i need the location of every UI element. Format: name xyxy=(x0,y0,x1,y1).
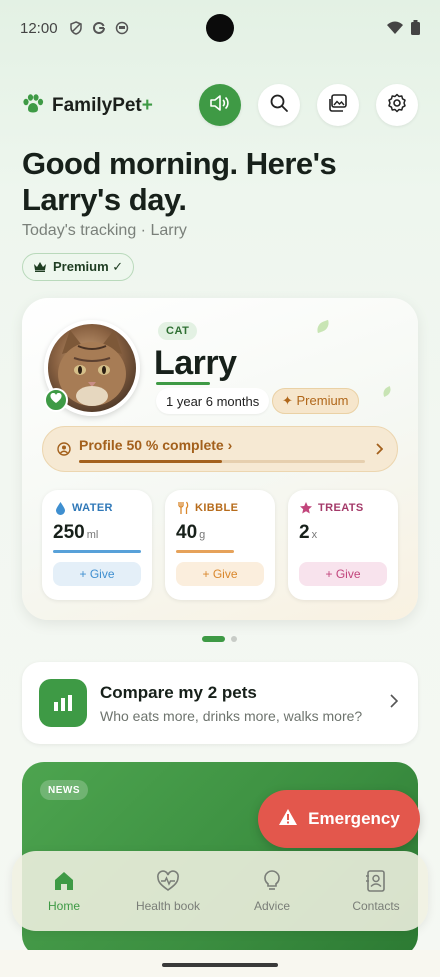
wifi-icon xyxy=(387,21,403,40)
stat-unit: ml xyxy=(86,529,99,541)
compare-subtitle: Who eats more, drinks more, walks more? xyxy=(100,708,363,724)
nav-home[interactable]: Home xyxy=(12,851,116,931)
profile-progress-fill xyxy=(79,460,222,463)
stat-value: 2x xyxy=(299,522,317,544)
gear-icon xyxy=(387,93,407,118)
species-tag: CAT xyxy=(158,322,198,340)
google-icon xyxy=(91,20,107,36)
header-actions xyxy=(199,84,418,126)
chevron-right-icon xyxy=(389,694,399,713)
user-circle-icon xyxy=(57,442,71,461)
gesture-handle[interactable] xyxy=(162,963,278,967)
profile-progress-track xyxy=(79,460,365,463)
search-icon xyxy=(269,93,289,118)
star-icon xyxy=(299,501,313,515)
premium-chip[interactable]: Premium ✓ xyxy=(22,253,135,281)
battery-icon xyxy=(411,20,420,40)
profile-completion-bar[interactable]: Profile 50 % complete › xyxy=(42,426,398,472)
stat-progress-line xyxy=(53,550,141,553)
profile-completion-text: Profile 50 % complete › xyxy=(79,437,233,453)
stat-label: WATER xyxy=(72,502,113,514)
name-underline xyxy=(156,382,210,385)
shield-icon xyxy=(68,20,84,36)
nav-label: Contacts xyxy=(352,899,400,913)
stat-card-water[interactable]: WATER 250 ml + Give xyxy=(42,490,152,600)
app-header: FamilyPet+ xyxy=(22,84,418,128)
stat-label: KIBBLE xyxy=(195,502,239,514)
stat-number: 40 xyxy=(176,522,198,543)
pet-card[interactable]: CAT Larry 1 year 6 months ✦ Premium Prof… xyxy=(22,298,418,620)
greeting-subtitle: Today's tracking · Larry xyxy=(22,222,187,239)
nav-label: Home xyxy=(47,899,80,913)
greeting-title: Good morning. Here's Larry's day. xyxy=(22,146,337,217)
nav-label: Health book xyxy=(135,899,201,913)
gallery-icon xyxy=(328,93,348,117)
favorite-badge[interactable] xyxy=(44,388,68,412)
compare-title: Compare my 2 pets xyxy=(100,683,257,702)
heart-pulse-icon xyxy=(156,869,180,893)
water-drop-icon xyxy=(53,501,67,515)
give-kibble-button[interactable]: + Give xyxy=(176,562,264,586)
brand-logo[interactable]: FamilyPet+ xyxy=(22,93,153,119)
pet-name: Larry xyxy=(154,344,237,382)
speaker-icon xyxy=(209,93,231,118)
status-time: 12:00 xyxy=(20,19,58,37)
premium-chip-label: Premium ✓ xyxy=(53,259,124,274)
stat-number: 2 xyxy=(299,522,310,543)
nav-label: Advice xyxy=(253,899,291,913)
lightbulb-icon xyxy=(260,869,284,893)
news-tag: NEWS xyxy=(40,780,88,800)
leaf-decoration xyxy=(380,385,394,398)
stat-label: TREATS xyxy=(318,502,364,514)
carousel-dot[interactable] xyxy=(231,636,237,642)
status-bar: 12:00 xyxy=(0,0,440,56)
stat-card-kibble[interactable]: KIBBLE 40 g + Give xyxy=(165,490,275,600)
stat-number: 250 xyxy=(53,522,85,543)
premium-tag[interactable]: ✦ Premium xyxy=(272,388,359,414)
emergency-button[interactable]: Emergency xyxy=(258,790,420,848)
emergency-label: Emergency xyxy=(308,809,400,828)
camera-cutout xyxy=(206,14,234,42)
stat-unit: x xyxy=(311,529,318,541)
stat-value: 40 g xyxy=(176,522,205,544)
app-notification-icon xyxy=(114,20,130,36)
nav-contacts[interactable]: Contacts xyxy=(324,851,428,931)
stat-card-treats[interactable]: TREATS 2x + Give xyxy=(288,490,398,600)
age-chip: 1 year 6 months xyxy=(156,388,270,414)
leaf-decoration xyxy=(314,319,332,334)
chevron-right-icon xyxy=(375,442,384,460)
contacts-icon xyxy=(364,869,388,893)
stat-value: 250 ml xyxy=(53,522,98,544)
stat-unit: g xyxy=(199,529,206,541)
brand-name-text: FamilyPet xyxy=(52,95,142,116)
speaker-button[interactable] xyxy=(199,84,241,126)
bar-chart-icon xyxy=(39,679,87,727)
compare-pets-card[interactable]: Compare my 2 pets Who eats more, drinks … xyxy=(22,662,418,744)
heart-icon xyxy=(50,391,62,409)
stat-progress-line xyxy=(176,550,234,553)
gallery-button[interactable] xyxy=(317,84,359,126)
carousel-dot-active[interactable] xyxy=(202,636,225,642)
carousel-indicator xyxy=(202,636,237,642)
bottom-navigation: Home Health book Advice Contacts xyxy=(12,851,428,931)
brand-plus: + xyxy=(141,95,153,116)
warning-icon xyxy=(278,808,298,831)
settings-button[interactable] xyxy=(376,84,418,126)
nav-health-book[interactable]: Health book xyxy=(116,851,220,931)
give-water-button[interactable]: + Give xyxy=(53,562,141,586)
search-button[interactable] xyxy=(258,84,300,126)
paw-icon xyxy=(22,93,44,119)
give-treats-button[interactable]: + Give xyxy=(299,562,387,586)
crown-icon xyxy=(33,260,47,275)
gesture-area xyxy=(0,950,440,977)
fork-knife-icon xyxy=(176,501,190,515)
nav-advice[interactable]: Advice xyxy=(220,851,324,931)
brand-name: FamilyPet+ xyxy=(52,95,153,117)
home-icon xyxy=(52,869,76,893)
